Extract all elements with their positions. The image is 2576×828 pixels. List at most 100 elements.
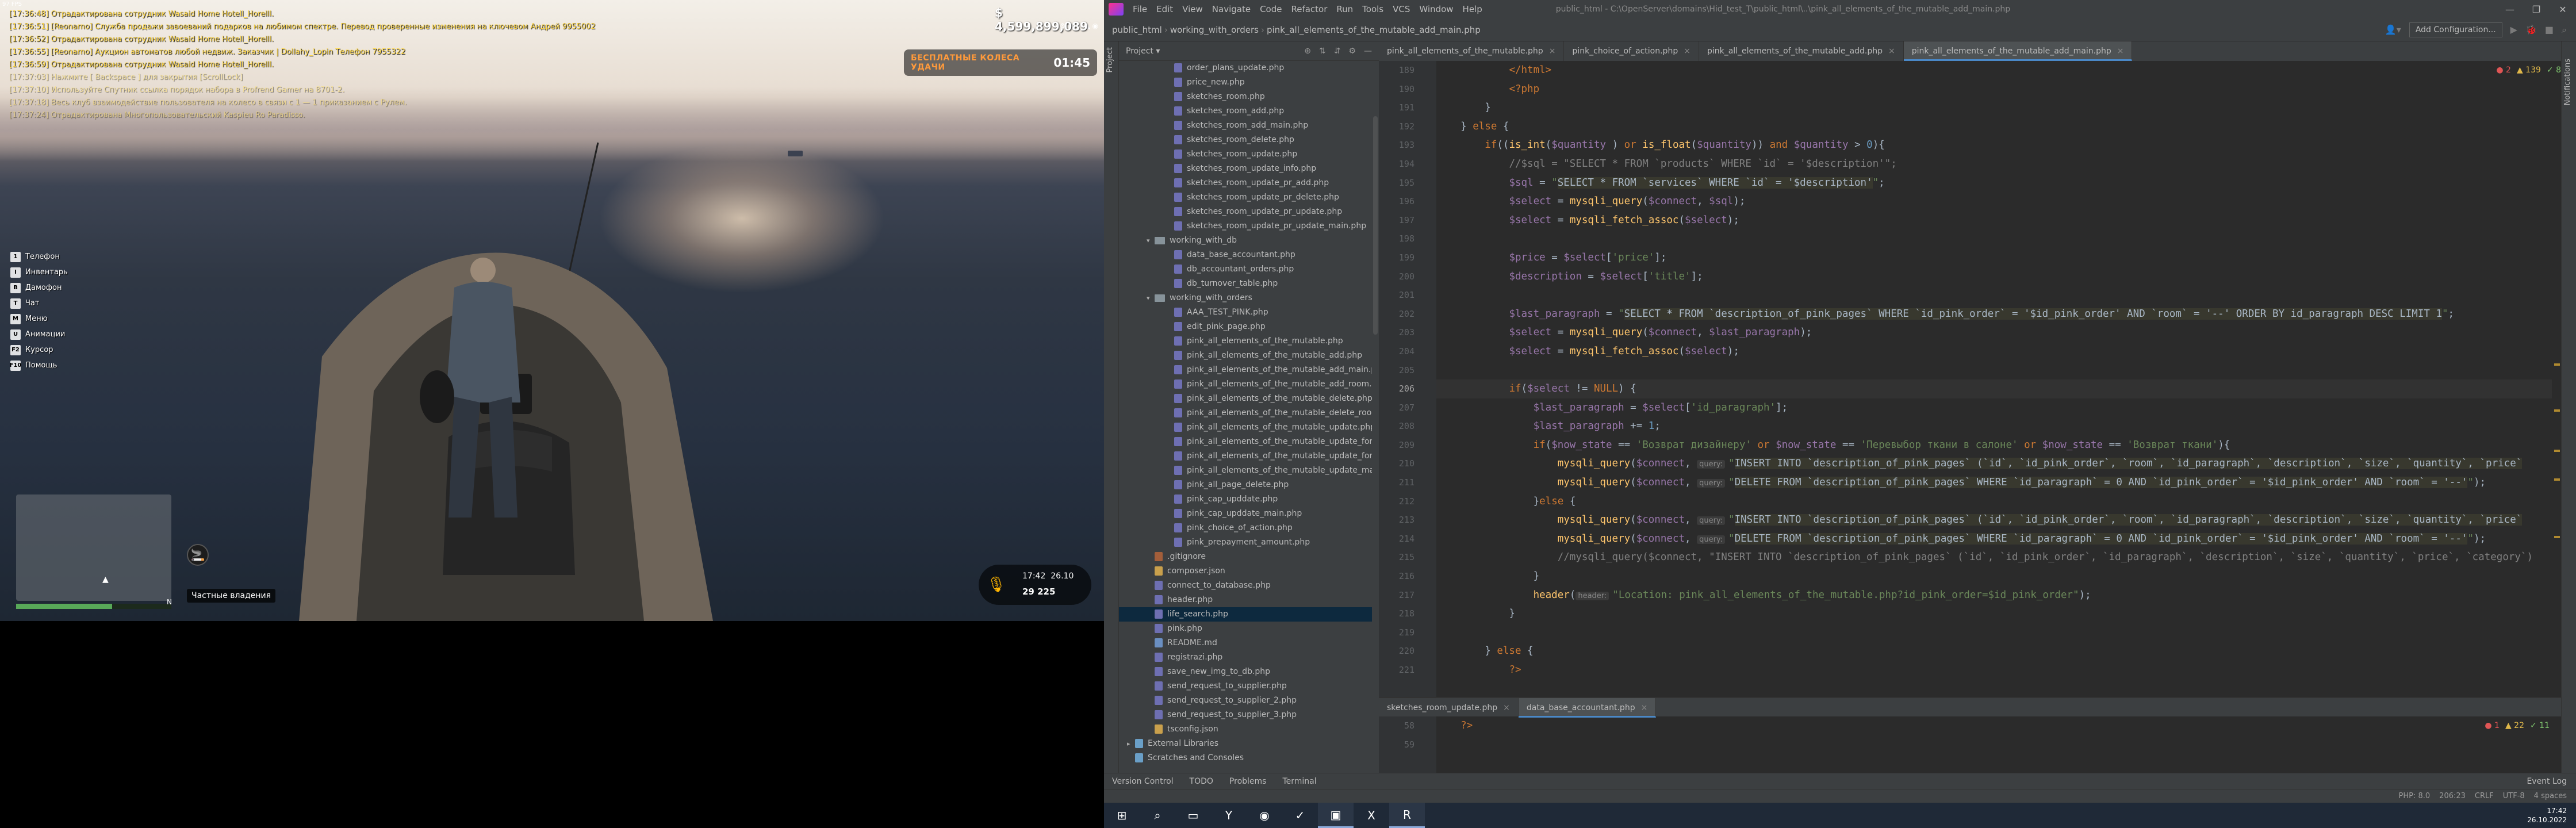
menu-view[interactable]: View [1178,4,1208,14]
split-code-area[interactable]: ?> [1436,716,1473,754]
close-tab-icon[interactable]: × [1503,703,1510,712]
tree-file[interactable]: pink_all_elements_of_the_mutable_delete_… [1119,406,1372,420]
menu-tools[interactable]: Tools [1358,4,1388,14]
tree-file[interactable]: sketches_room_update_pr_add.php [1119,176,1372,190]
split-code-line[interactable]: ?> [1436,716,1473,735]
todo-icon[interactable]: ✓ [1282,803,1318,828]
tree-file[interactable]: price_new.php [1119,75,1372,90]
search-icon[interactable]: ⌕ [2562,24,2567,36]
breadcrumb-item[interactable]: public_html [1110,25,1164,35]
menu-help[interactable]: Help [1458,4,1487,14]
minimize-icon[interactable]: — [2497,4,2523,15]
maximize-icon[interactable]: ❐ [2523,4,2550,15]
code-line[interactable]: if($select != NULL) { [1436,379,2552,398]
tree-file[interactable]: pink_all_elements_of_the_mutable_add_roo… [1119,377,1372,392]
split-editor-tab[interactable]: sketches_room_update.php × [1379,698,1519,718]
code-line[interactable]: $sql = "SELECT * FROM `services` WHERE `… [1436,174,2552,193]
tree-file[interactable]: ▸ External Libraries [1119,737,1372,751]
close-tab-icon[interactable]: × [1641,703,1648,712]
editor-tab[interactable]: pink_all_elements_of_the_mutable_add_mai… [1903,41,2133,61]
tree-file[interactable]: sketches_room_add.php [1119,104,1372,118]
tool-window-terminal[interactable]: Terminal [1274,777,1324,786]
tree-file[interactable]: pink_all_page_delete.php [1119,478,1372,492]
code-line[interactable]: mysqli_query($connect, query: "INSERT INT… [1436,454,2552,473]
locate-icon[interactable]: ⊕ [1304,47,1311,56]
close-tab-icon[interactable]: × [1549,47,1556,56]
code-area[interactable]: </html> <?php } } else { if((is_int($qua… [1436,61,2552,713]
yandex-icon[interactable]: Y [1211,803,1247,828]
tree-file[interactable]: sketches_room_update_pr_update.php [1119,205,1372,219]
split-inspection-widget[interactable]: ● 1 ▲ 22 ✓ 11 [2485,721,2550,730]
editor-tab[interactable]: pink_all_elements_of_the_mutable_add.php… [1699,41,1904,61]
tree-file[interactable]: pink_choice_of_action.php [1119,521,1372,535]
gear-icon[interactable]: ⚙ [1348,47,1356,56]
event-log-button[interactable]: Event Log [2527,777,2576,786]
add-configuration-button[interactable]: Add Configuration... [2409,22,2502,37]
tree-file[interactable]: pink.php [1119,622,1372,636]
tree-file[interactable]: Scratches and Consoles [1119,751,1372,765]
tree-folder[interactable]: ▾ working_with_orders [1119,291,1372,305]
tool-tab-notifications[interactable]: Notifications [2563,59,2572,105]
tree-file[interactable]: save_new_img_to_db.php [1119,665,1372,679]
tree-file[interactable]: send_request_to_supplier.php [1119,679,1372,693]
tool-window-version-control[interactable]: Version Control [1104,777,1182,786]
tree-file[interactable]: README.md [1119,636,1372,650]
code-line[interactable] [1436,229,2552,248]
tool-tab-project[interactable]: Project [1106,47,1114,72]
code-line[interactable]: } [1436,604,2552,623]
code-line[interactable]: mysqli_query($connect, query: "DELETE FRO… [1436,530,2552,549]
editor-tab[interactable]: pink_choice_of_action.php × [1564,41,1699,61]
tree-file[interactable]: AAA_TEST_PINK.php [1119,305,1372,320]
inspection-widget[interactable]: ● 2 ▲ 139 ✓ 8 [2496,66,2561,75]
close-tab-icon[interactable]: × [1888,47,1895,56]
code-line[interactable]: $select = mysqli_query($connect, $sql); [1436,192,2552,211]
status-item[interactable]: PHP: 8.0 [2399,792,2431,800]
menu-vcs[interactable]: VCS [1388,4,1414,14]
code-line[interactable]: } [1436,567,2552,586]
debug-icon[interactable]: 🐞 [2525,24,2537,35]
tree-file[interactable]: sketches_room_add_main.php [1119,118,1372,133]
tree-file[interactable]: pink_prepayment_amount.php [1119,535,1372,550]
tree-file[interactable]: send_request_to_supplier_3.php [1119,708,1372,722]
code-line[interactable]: //$sql = "SELECT * FROM `products` WHERE… [1436,155,2552,174]
close-tab-icon[interactable]: × [1684,47,1690,56]
tree-file[interactable]: pink_all_elements_of_the_mutable_update.… [1119,420,1372,435]
tree-file[interactable]: pink_all_elements_of_the_mutable_update_… [1119,435,1372,449]
code-line[interactable] [1436,623,2552,642]
code-line[interactable]: }else { [1436,492,2552,511]
status-item[interactable]: 4 spaces [2534,792,2567,800]
tree-file[interactable]: pink_all_elements_of_the_mutable.php [1119,334,1372,348]
tree-file[interactable]: sketches_room_update_pr_delete.php [1119,190,1372,205]
tree-file[interactable]: send_request_to_supplier_2.php [1119,693,1372,708]
tree-file[interactable]: pink_all_elements_of_the_mutable_delete.… [1119,392,1372,406]
code-line[interactable]: ?> [1436,661,2552,680]
excel-icon[interactable]: X [1354,803,1389,828]
project-title[interactable]: Project [1126,47,1153,56]
code-line[interactable]: mysqli_query($connect, query: "INSERT INT… [1436,511,2552,530]
split-editor[interactable]: sketches_room_update.php × data_base_accou… [1379,697,2561,774]
tree-file[interactable]: header.php [1119,593,1372,607]
search-icon[interactable]: ⌕ [1140,803,1175,828]
stop-icon[interactable]: ■ [2545,24,2554,35]
tree-file[interactable]: pink_all_elements_of_the_mutable_add_mai… [1119,363,1372,377]
code-line[interactable] [1436,286,2552,305]
tree-file[interactable]: .gitignore [1119,550,1372,564]
hide-icon[interactable]: — [1364,47,1372,56]
tree-file[interactable]: edit_pink_page.php [1119,320,1372,334]
phpstorm-icon[interactable]: ▣ [1318,803,1354,828]
phpstorm-window[interactable]: File Edit View Navigate Code Refactor Run Tools… [1104,0,2576,828]
free-wheel-banner[interactable]: БЕСПЛАТНЫЕ КОЛЕСА УДАЧИ 01:45 [904,49,1097,76]
code-line[interactable]: $last_paragraph = "SELECT * FROM `descri… [1436,305,2552,324]
system-clock[interactable]: 17:42 26.10.2022 [2527,806,2576,825]
user-icon[interactable]: 👤▾ [2385,24,2401,35]
status-item[interactable]: UTF-8 [2503,792,2525,800]
split-editor-tab[interactable]: data_base_accountant.php × [1518,698,1657,718]
menu-navigate[interactable]: Navigate [1208,4,1255,14]
code-line[interactable]: </html> [1436,61,2552,80]
tree-file[interactable]: sketches_room_delete.php [1119,133,1372,147]
menu-edit[interactable]: Edit [1152,4,1178,14]
tree-file[interactable]: pink_cap_upddate_main.php [1119,507,1372,521]
code-line[interactable]: $select = mysqli_query($connect, $last_p… [1436,323,2552,342]
tree-folder[interactable]: ▾ working_with_db [1119,233,1372,248]
tree-file[interactable]: life_search.php [1119,607,1372,622]
